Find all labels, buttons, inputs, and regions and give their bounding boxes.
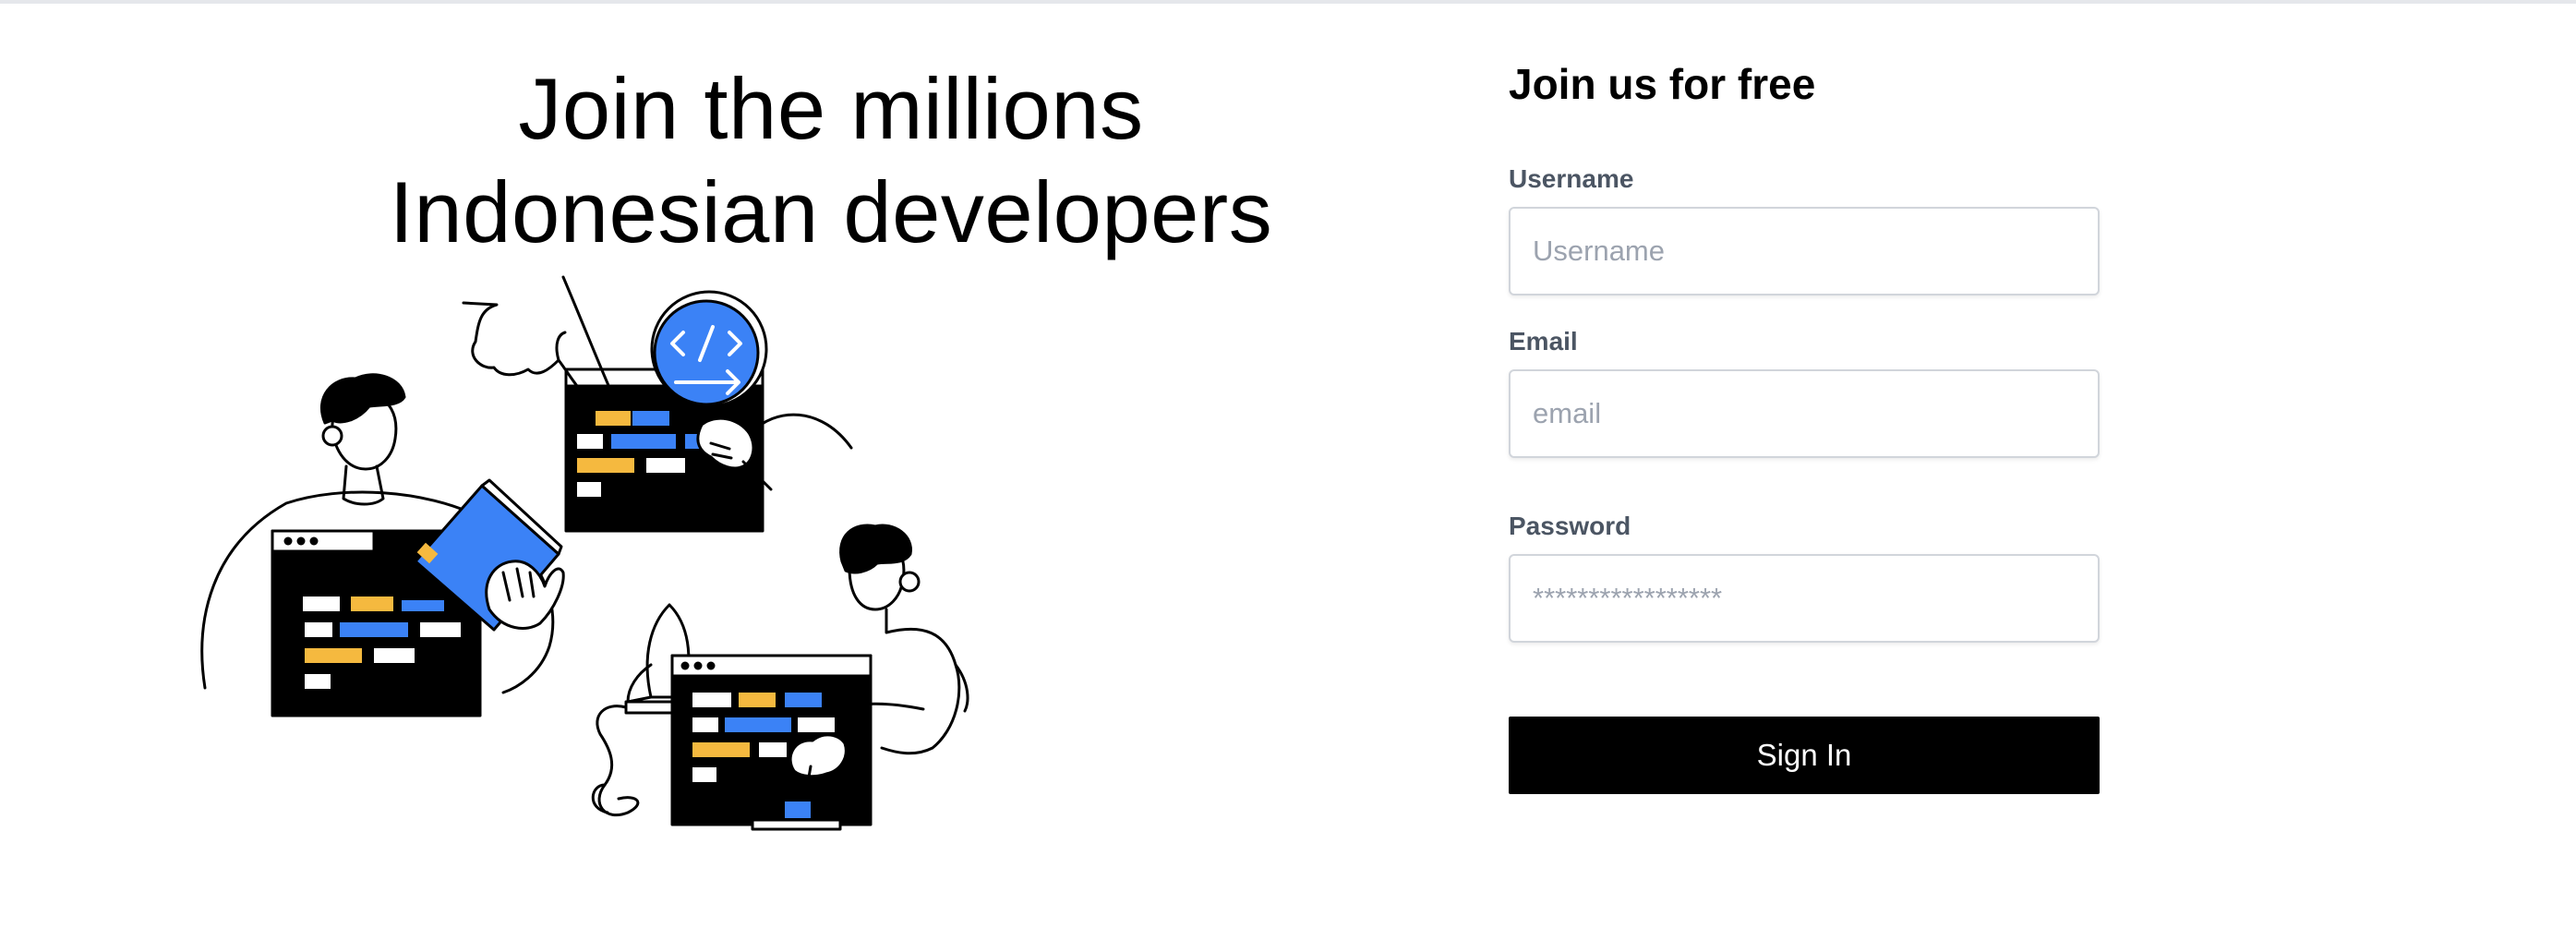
password-input[interactable]: [1509, 554, 2100, 643]
developers-illustration: [200, 275, 969, 831]
sign-in-button[interactable]: Sign In: [1509, 717, 2100, 794]
form-title: Join us for free: [1509, 60, 1816, 108]
password-label: Password: [1509, 512, 1631, 540]
left-developer-figure: [200, 373, 565, 717]
right-developer-figure: [591, 524, 969, 831]
username-label: Username: [1509, 164, 1634, 193]
username-input[interactable]: [1509, 207, 2100, 295]
email-group: Email: [1509, 325, 2100, 458]
email-label: Email: [1509, 327, 1578, 356]
hero-section: Join the millions Indonesian developers: [0, 0, 1662, 940]
hero-title-line-2: Indonesian developers: [389, 163, 1273, 260]
top-code-review-figure: [462, 275, 853, 533]
email-input[interactable]: [1509, 369, 2100, 458]
hero-title: Join the millions Indonesian developers: [277, 57, 1385, 264]
signup-form: Join us for free Username Email Password…: [1509, 55, 2100, 794]
username-group: Username: [1509, 163, 2100, 295]
password-group: Password: [1509, 510, 2100, 643]
hero-title-line-1: Join the millions: [518, 60, 1144, 157]
